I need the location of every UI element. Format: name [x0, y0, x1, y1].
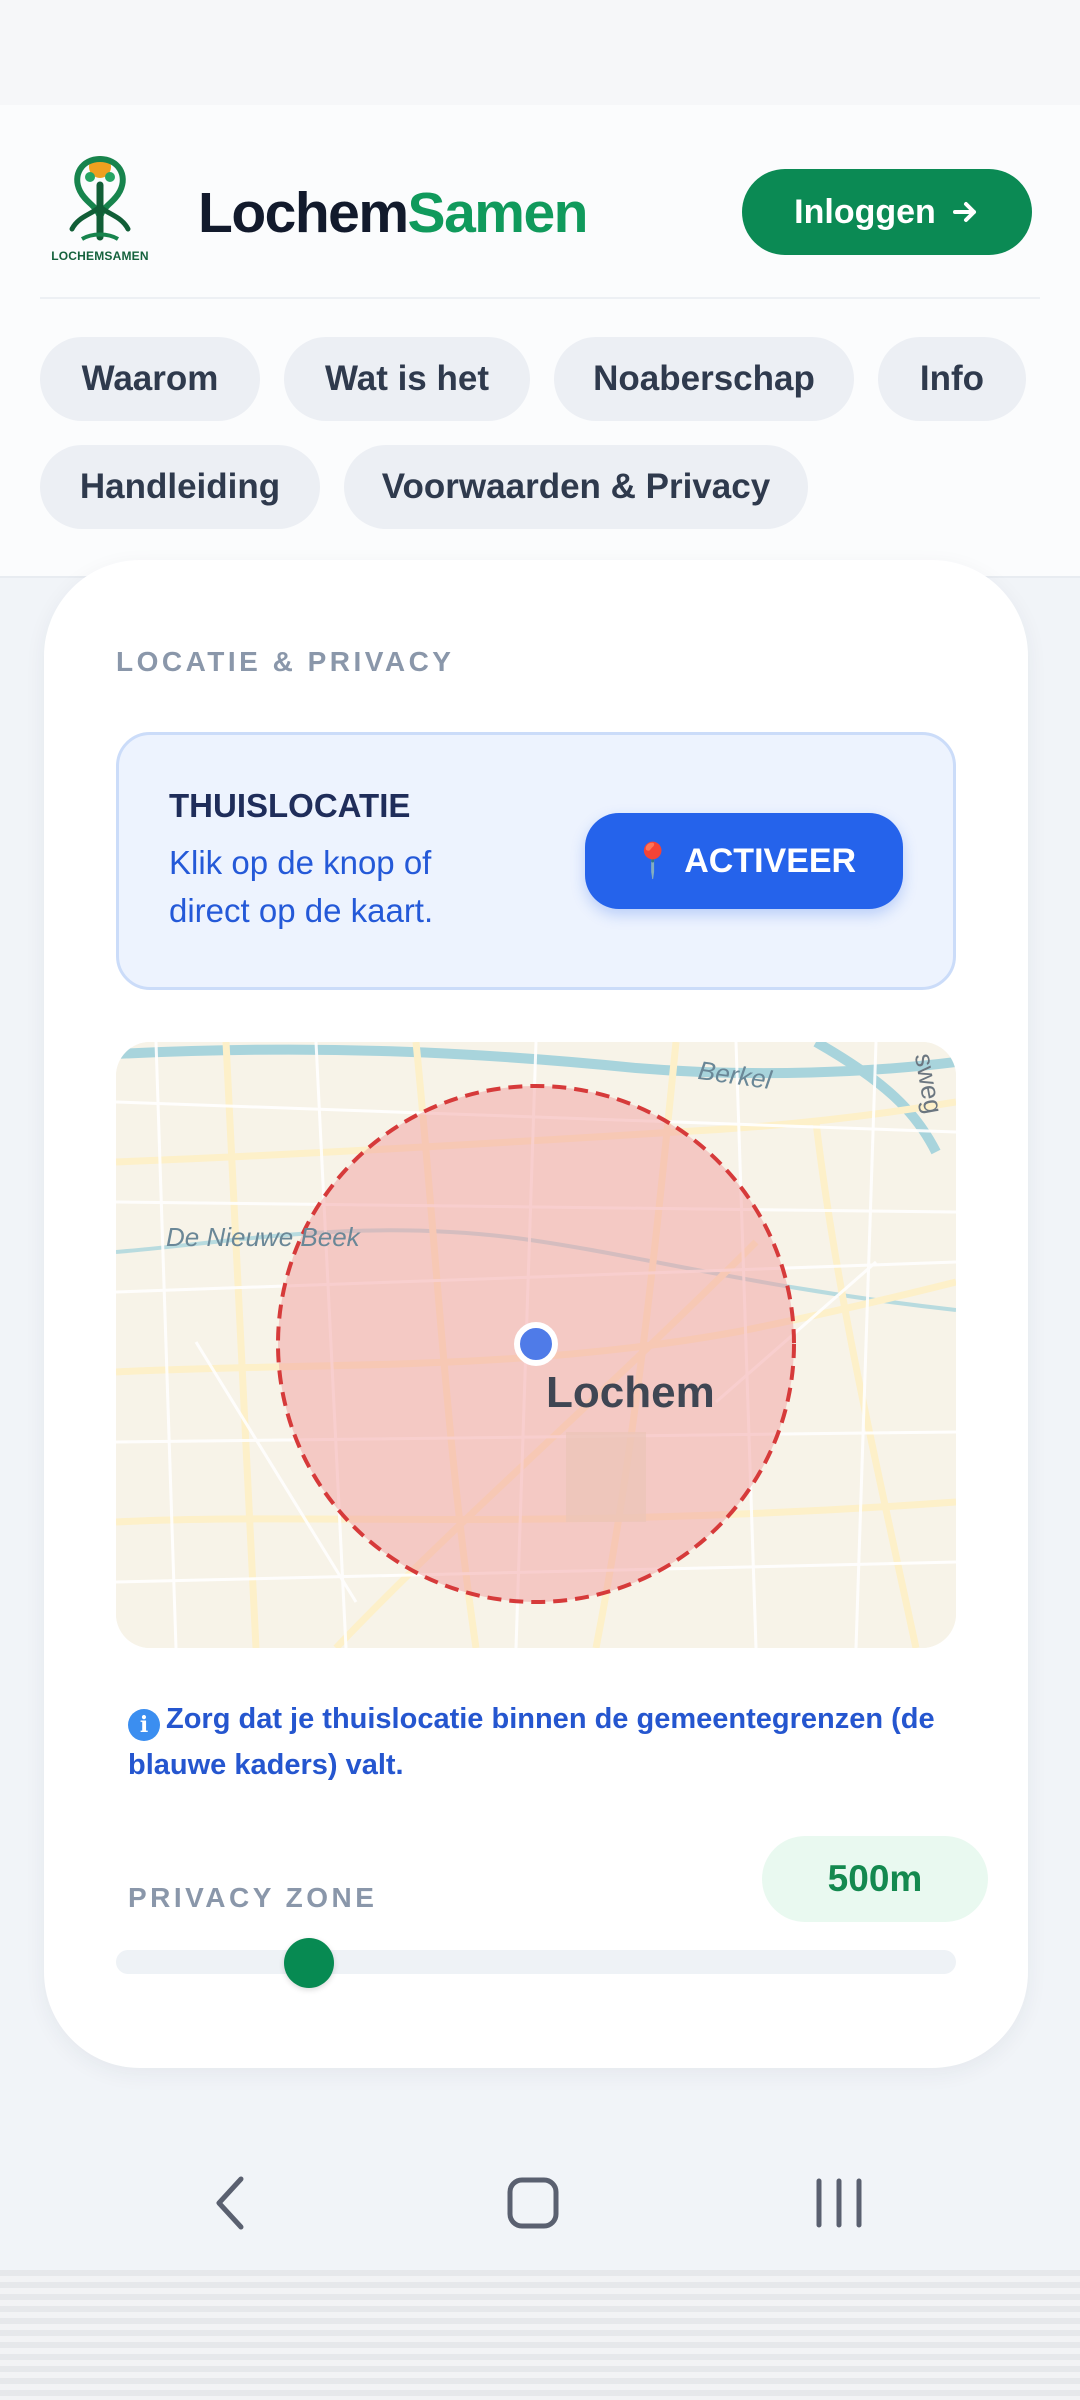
activate-button-label: ACTIVEER	[684, 841, 857, 880]
login-button-label: Inloggen	[794, 192, 936, 231]
privacy-zone-label: PRIVACY ZONE	[128, 1882, 378, 1913]
nav-chip-label: Waarom	[81, 359, 219, 398]
nav-chip-wat-is-het[interactable]: Wat is het	[284, 337, 530, 421]
back-icon	[216, 2176, 244, 2230]
nav-chip-handleiding[interactable]: Handleiding	[40, 445, 320, 529]
info-icon: i	[128, 1709, 160, 1741]
home-icon	[507, 2177, 559, 2229]
nav-recents-button[interactable]	[784, 2168, 894, 2238]
nav-chip-voorwaarden-privacy[interactable]: Voorwaarden & Privacy	[344, 445, 808, 529]
home-location-box: THUISLOCATIE Klik op de knop of direct o…	[116, 732, 956, 990]
arrow-right-icon	[952, 202, 976, 222]
map-town-label: Lochem	[546, 1368, 715, 1417]
logo-caption: LOCHEMSAMEN	[51, 249, 149, 263]
recents-icon	[816, 2178, 862, 2228]
section-title: LOCATIE & PRIVACY	[116, 646, 455, 677]
tree-logo-icon	[69, 155, 131, 241]
brand-name-part2: Samen	[407, 181, 589, 245]
nav-chip-label: Wat is het	[325, 359, 489, 398]
nav-chip-label: Noaberschap	[593, 359, 815, 398]
privacy-zone-slider[interactable]	[116, 1950, 956, 1974]
brand-row: LOCHEMSAMEN LochemSamen Inloggen	[0, 105, 1080, 297]
nav-chip-label: Handleiding	[79, 467, 281, 506]
nav-home-button[interactable]	[478, 2168, 588, 2238]
info-note: i Zorg dat je thuislocatie binnen de geme…	[128, 1696, 968, 1788]
header-divider	[40, 297, 1040, 299]
nav-chip-waarom[interactable]: Waarom	[40, 337, 260, 421]
bottom-strip	[0, 2270, 1080, 2400]
system-nav-bar	[0, 2140, 1080, 2266]
map-label-nieuwe-beek: De Nieuwe Beek	[166, 1222, 360, 1252]
nav-chip-noaberschap[interactable]: Noaberschap	[554, 337, 854, 421]
nav-chip-label: Info	[919, 359, 985, 398]
map-view[interactable]: Berkel De Nieuwe Beek sweg Lochem	[116, 1042, 956, 1648]
privacy-zone-value: 500m	[762, 1836, 988, 1922]
login-button[interactable]: Inloggen	[742, 169, 1032, 255]
brand-name: LochemSamen	[198, 177, 589, 249]
location-privacy-card: LOCATIE & PRIVACY THUISLOCATIE Klik op d…	[44, 560, 1028, 2068]
privacy-zone-slider-thumb[interactable]	[284, 1938, 335, 1988]
info-note-text: Zorg dat je thuislocatie binnen de gemee…	[128, 1703, 935, 1781]
map-roads	[116, 1042, 956, 1648]
brand-name-part1: Lochem	[198, 181, 409, 245]
home-location-title: THUISLOCATIE	[169, 787, 411, 824]
status-bar	[0, 0, 1080, 105]
nav-chip-info[interactable]: Info	[878, 337, 1026, 421]
activate-button[interactable]: 📍 ACTIVEER	[585, 813, 903, 909]
pin-icon: 📍	[631, 842, 675, 880]
lochemsamen-logo[interactable]: LOCHEMSAMEN	[42, 145, 158, 275]
nav-back-button[interactable]	[176, 2168, 286, 2238]
home-location-description: Klik op de knop of direct op de kaart.	[169, 844, 434, 929]
nav-chip-label: Voorwaarden & Privacy	[381, 467, 771, 506]
app-header: LOCHEMSAMEN LochemSamen Inloggen Waarom …	[0, 105, 1080, 578]
